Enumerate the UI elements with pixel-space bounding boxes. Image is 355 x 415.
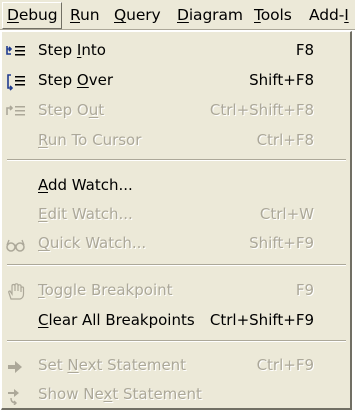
menu-item-quick-watch[interactable]: Quick Watch... Shift+F9 — [2, 228, 351, 258]
menubar-item-debug[interactable]: Debug — [2, 2, 63, 29]
menu-item-run-to-cursor[interactable]: Run To Cursor Ctrl+F8 — [2, 125, 351, 155]
step-out-icon — [5, 101, 27, 119]
menu-separator — [7, 340, 346, 342]
shortcut: Ctrl+Shift+F8 — [209, 101, 314, 119]
step-over-icon — [5, 71, 27, 91]
shortcut: Ctrl+F8 — [256, 131, 314, 149]
debug-menu: Step Into F8 Step Over Shift+F8 Step Out… — [1, 31, 352, 410]
menu-item-step-into[interactable]: Step Into F8 — [2, 35, 351, 65]
menubar-item-diagram[interactable]: Diagram — [177, 0, 243, 30]
menubar-item-query[interactable]: Query — [114, 0, 161, 30]
menu-item-set-next-statement[interactable]: Set Next Statement Ctrl+F9 — [2, 350, 351, 380]
menu-item-add-watch[interactable]: Add Watch... — [2, 170, 351, 200]
menu-item-edit-watch[interactable]: Edit Watch... Ctrl+W — [2, 199, 351, 229]
menubar-item-tools[interactable]: Tools — [254, 0, 292, 30]
menu-item-show-next-statement[interactable]: Show Next Statement — [2, 379, 351, 409]
menubar-item-run[interactable]: Run — [70, 0, 100, 30]
shortcut: Ctrl+F9 — [256, 356, 314, 374]
arrow-right-icon — [5, 356, 27, 374]
menu-item-toggle-breakpoint[interactable]: Toggle Breakpoint F9 — [2, 275, 351, 305]
menu-item-step-over[interactable]: Step Over Shift+F8 — [2, 65, 351, 95]
shortcut: Ctrl+W — [259, 205, 314, 223]
shortcut: Ctrl+Shift+F9 — [209, 311, 314, 329]
glasses-icon — [5, 234, 27, 252]
shortcut: Shift+F8 — [249, 71, 314, 89]
menu-bar: Debug Run Query Diagram Tools Add-I — [0, 0, 355, 30]
menu-separator — [7, 159, 346, 161]
shortcut: Shift+F9 — [249, 234, 314, 252]
show-next-icon — [5, 385, 27, 406]
step-into-icon — [5, 41, 27, 59]
hand-icon — [5, 281, 27, 300]
shortcut: F9 — [295, 281, 314, 299]
menu-item-clear-all-breakpoints[interactable]: Clear All Breakpoints Ctrl+Shift+F9 — [2, 305, 351, 335]
shortcut: F8 — [295, 41, 314, 59]
menu-separator — [7, 264, 346, 266]
menubar-item-add-in[interactable]: Add-I — [309, 0, 349, 30]
menu-item-step-out[interactable]: Step Out Ctrl+Shift+F8 — [2, 95, 351, 125]
